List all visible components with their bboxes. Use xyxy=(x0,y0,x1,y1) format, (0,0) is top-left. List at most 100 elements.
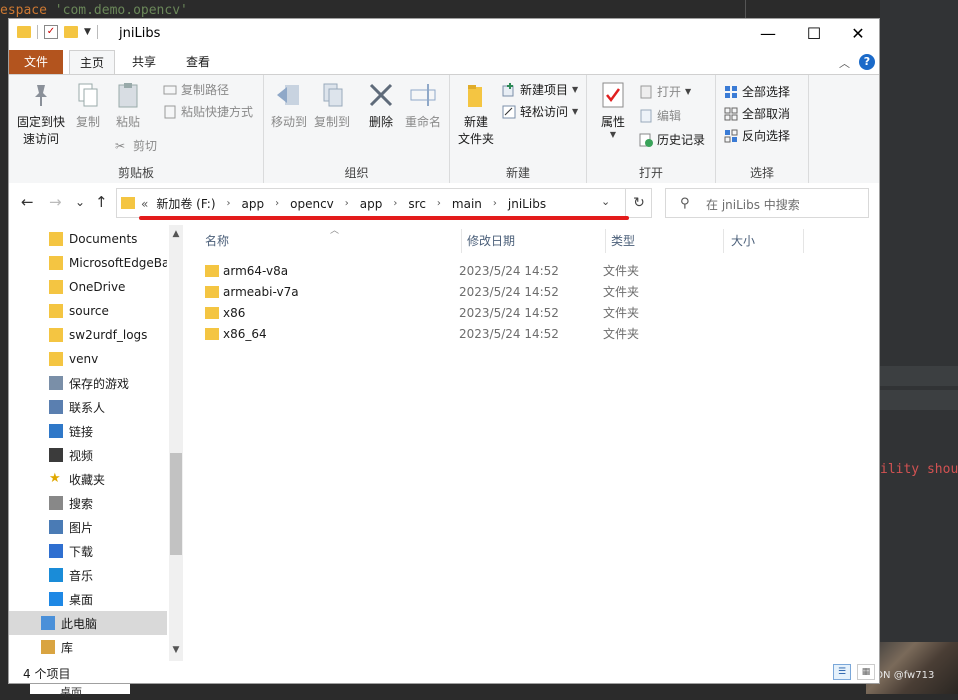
sidebar-item[interactable]: Documents xyxy=(9,227,167,251)
refresh-icon[interactable]: ↻ xyxy=(625,189,652,217)
select-all-button[interactable]: 全部选择 xyxy=(724,83,790,100)
paste-shortcut-button[interactable]: 粘贴快捷方式 xyxy=(163,103,253,120)
sidebar-item[interactable]: 视频 xyxy=(9,443,167,467)
sidebar-item[interactable]: 搜索 xyxy=(9,491,167,515)
copy-to-button[interactable]: 复制到 xyxy=(312,81,352,130)
large-icons-view-icon[interactable]: ▦ xyxy=(857,664,875,680)
column-divider[interactable] xyxy=(605,229,606,253)
scrollbar-thumb[interactable] xyxy=(170,453,182,555)
move-to-button[interactable]: 移动到 xyxy=(270,81,308,130)
copy-to-label: 复制到 xyxy=(313,115,350,129)
table-row[interactable]: armeabi-v7a 2023/5/24 14:52 文件夹 xyxy=(205,281,645,302)
sidebar-item-label: 视频 xyxy=(69,448,94,463)
address-dropdown-icon[interactable]: ⌄ xyxy=(601,195,610,208)
tab-share[interactable]: 共享 xyxy=(121,50,167,74)
group-organize: 移动到 复制到 删除 重命名 组织 xyxy=(264,75,450,183)
table-row[interactable]: x86 2023/5/24 14:52 文件夹 xyxy=(205,302,645,323)
pin-quick-access-button[interactable]: 固定到快 速访问 xyxy=(15,81,67,147)
column-header-type[interactable]: 类型 xyxy=(611,229,635,253)
delete-button[interactable]: 删除 xyxy=(366,81,396,130)
chevron-right-icon[interactable]: › xyxy=(345,198,349,209)
breadcrumb-item[interactable]: main xyxy=(452,197,482,211)
up-button[interactable]: ↑ xyxy=(95,193,108,211)
breadcrumb-item[interactable]: src xyxy=(408,197,426,211)
history-button[interactable]: 历史记录 xyxy=(639,131,705,148)
edit-button[interactable]: 编辑 xyxy=(639,107,681,124)
paste-button[interactable]: 粘贴 xyxy=(113,81,143,130)
rename-button[interactable]: 重命名 xyxy=(402,81,444,130)
new-folder-button[interactable]: 新建 文件夹 xyxy=(456,81,496,147)
tab-home[interactable]: 主页 xyxy=(69,50,115,76)
title-bar[interactable]: ✓ ▼ jniLibs — ☐ ✕ xyxy=(9,19,879,49)
column-divider[interactable] xyxy=(461,229,462,253)
details-view-icon[interactable]: ☰ xyxy=(833,664,851,680)
tab-view[interactable]: 查看 xyxy=(175,50,221,74)
search-box[interactable]: ⚲ 在 jniLibs 中搜索 xyxy=(665,188,869,218)
properties-button[interactable]: 属性 ▼ xyxy=(595,81,631,139)
column-header-date[interactable]: 修改日期 xyxy=(467,229,515,253)
sidebar-item[interactable]: ★ 收藏夹 xyxy=(9,467,167,491)
ide-right-panel xyxy=(880,0,958,694)
maximize-button[interactable]: ☐ xyxy=(791,19,837,49)
delete-label: 删除 xyxy=(368,115,393,129)
properties-quick-icon[interactable]: ✓ xyxy=(44,25,58,39)
chevron-down-icon[interactable]: ▼ xyxy=(84,27,91,37)
column-divider[interactable] xyxy=(723,229,724,253)
sidebar-item[interactable]: MicrosoftEdgeBa xyxy=(9,251,167,275)
forward-button[interactable]: → xyxy=(49,193,62,211)
copy-path-button[interactable]: 复制路径 xyxy=(163,81,229,98)
cut-button[interactable]: ✂ 剪切 xyxy=(115,137,157,154)
column-divider[interactable] xyxy=(803,229,804,253)
help-icon[interactable]: ? xyxy=(859,54,875,70)
chevron-right-icon[interactable]: › xyxy=(393,198,397,209)
sidebar-item[interactable]: 音乐 xyxy=(9,563,167,587)
nav-pane-scrollbar[interactable]: ▲ ▼ xyxy=(169,225,183,661)
overflow-chevron[interactable]: « xyxy=(141,197,148,211)
delete-x-icon xyxy=(367,81,395,109)
chevron-right-icon[interactable]: › xyxy=(275,198,279,209)
collapse-ribbon-icon[interactable]: ︿ xyxy=(839,55,850,71)
sidebar-item[interactable]: 保存的游戏 xyxy=(9,371,167,395)
sidebar-item[interactable]: 图片 xyxy=(9,515,167,539)
minimize-button[interactable]: — xyxy=(745,19,791,49)
saved-games-icon xyxy=(49,376,63,390)
sidebar-item[interactable]: 此电脑 xyxy=(9,611,167,635)
sidebar-item[interactable]: sw2urdf_logs xyxy=(9,323,167,347)
new-item-button[interactable]: 新建项目 ▼ xyxy=(502,81,578,98)
column-header-name[interactable]: 名称 xyxy=(205,229,229,253)
scroll-up-icon[interactable]: ▲ xyxy=(169,229,183,239)
column-header-size[interactable]: 大小 xyxy=(731,229,755,253)
scroll-down-icon[interactable]: ▼ xyxy=(169,645,183,655)
select-none-button[interactable]: 全部取消 xyxy=(724,105,790,122)
sidebar-item[interactable]: 库 xyxy=(9,635,167,659)
chevron-right-icon[interactable]: › xyxy=(493,198,497,209)
rename-icon xyxy=(409,81,437,109)
easy-access-button[interactable]: 轻松访问 ▼ xyxy=(502,103,578,120)
table-row[interactable]: x86_64 2023/5/24 14:52 文件夹 xyxy=(205,323,645,344)
chevron-right-icon[interactable]: › xyxy=(227,198,231,209)
recent-locations-button[interactable]: ⌄ xyxy=(75,195,85,209)
table-row[interactable]: arm64-v8a 2023/5/24 14:52 文件夹 xyxy=(205,260,645,281)
sidebar-item[interactable]: venv xyxy=(9,347,167,371)
address-bar[interactable]: « 新加卷 (F:) › app › opencv › app › src › … xyxy=(116,188,652,218)
invert-selection-button[interactable]: 反向选择 xyxy=(724,127,790,144)
navigation-pane: Documents MicrosoftEdgeBa OneDrive source sw… xyxy=(9,225,167,655)
breadcrumb-item[interactable]: app xyxy=(242,197,265,211)
sidebar-item[interactable]: 联系人 xyxy=(9,395,167,419)
back-button[interactable]: ← xyxy=(21,193,34,211)
close-button[interactable]: ✕ xyxy=(835,19,881,49)
copy-button[interactable]: 复制 xyxy=(73,81,103,130)
breadcrumb-item[interactable]: 新加卷 (F:) xyxy=(156,195,215,212)
open-button[interactable]: 打开 ▼ xyxy=(639,83,691,100)
new-folder-quick-icon[interactable] xyxy=(64,26,78,38)
sidebar-item[interactable]: 下载 xyxy=(9,539,167,563)
breadcrumb-item[interactable]: opencv xyxy=(290,197,334,211)
tab-file[interactable]: 文件 xyxy=(9,50,63,74)
breadcrumb-item[interactable]: app xyxy=(360,197,383,211)
sidebar-item[interactable]: 桌面 xyxy=(9,587,167,611)
sidebar-item[interactable]: OneDrive xyxy=(9,275,167,299)
chevron-right-icon[interactable]: › xyxy=(437,198,441,209)
sidebar-item[interactable]: 链接 xyxy=(9,419,167,443)
sidebar-item[interactable]: source xyxy=(9,299,167,323)
breadcrumb-item[interactable]: jniLibs xyxy=(508,197,546,211)
